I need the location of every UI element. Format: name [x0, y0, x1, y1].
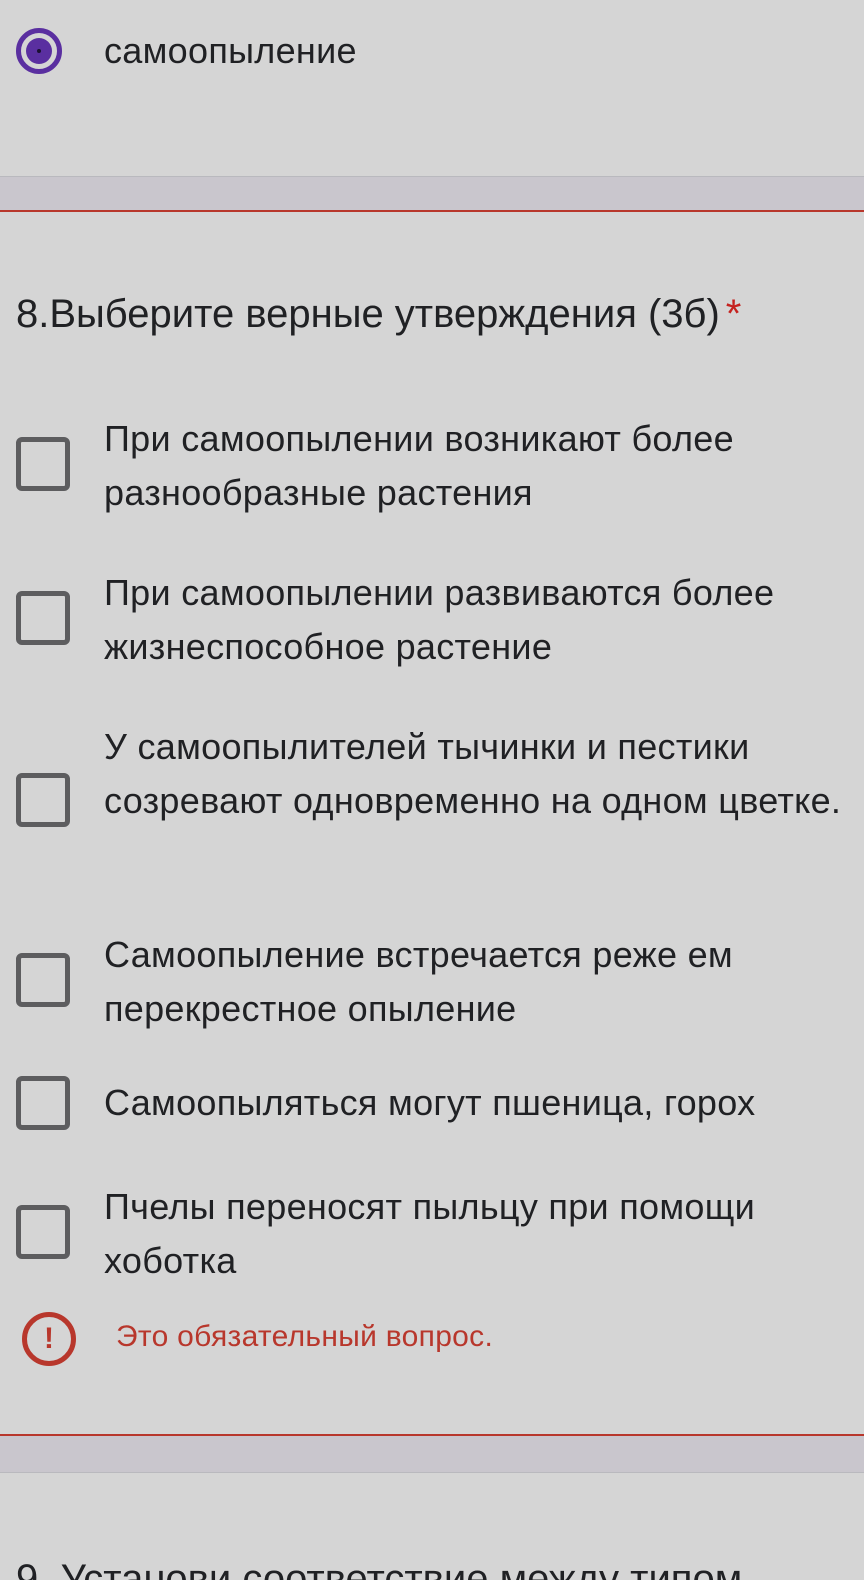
radio-option-label[interactable]: самоопыление — [104, 30, 357, 72]
checkbox[interactable] — [16, 1205, 70, 1259]
error-icon: ! — [22, 1312, 76, 1366]
question-card: 8.Выберите верные утверждения (3б) * При … — [0, 210, 864, 1436]
checkbox[interactable] — [16, 591, 70, 645]
next-question-title: 9. Установи соответствие между типом — [16, 1557, 743, 1580]
checkbox-option-label[interactable]: Самоопыление встречается реже ем перекре… — [104, 928, 844, 1036]
checkbox-option-label[interactable]: Пчелы переносят пыльцу при помощи хоботк… — [104, 1180, 844, 1288]
checkbox[interactable] — [16, 953, 70, 1007]
next-question-card: 9. Установи соответствие между типом — [0, 1472, 864, 1580]
checkbox-option-label[interactable]: При самоопылении возникают более разнооб… — [104, 412, 844, 520]
checkbox[interactable] — [16, 773, 70, 827]
validation-error: ! Это обязательный вопрос. — [0, 1308, 864, 1368]
question-title: 8.Выберите верные утверждения (3б) * — [16, 292, 741, 337]
checkbox-option-label[interactable]: При самоопылении развиваются более жизне… — [104, 566, 844, 674]
checkbox[interactable] — [16, 1076, 70, 1130]
required-asterisk: * — [725, 292, 742, 336]
checkbox-option-label[interactable]: У самоопылителей тычинки и пестики созре… — [104, 720, 844, 828]
question-title-text: 8.Выберите верные утверждения (3б) — [16, 292, 720, 336]
radio-button-selected[interactable] — [16, 28, 62, 74]
section-gap — [0, 1436, 864, 1472]
previous-question-card: самоопыление — [0, 0, 864, 177]
form-page: самоопыление 8.Выберите верные утвержден… — [0, 0, 864, 1580]
section-gap — [0, 177, 864, 210]
radio-selected-dot — [26, 38, 52, 64]
checkbox-option-label[interactable]: Самоопыляться могут пшеница, горох — [104, 1076, 844, 1130]
checkbox[interactable] — [16, 437, 70, 491]
error-message: Это обязательный вопрос. — [116, 1320, 494, 1353]
